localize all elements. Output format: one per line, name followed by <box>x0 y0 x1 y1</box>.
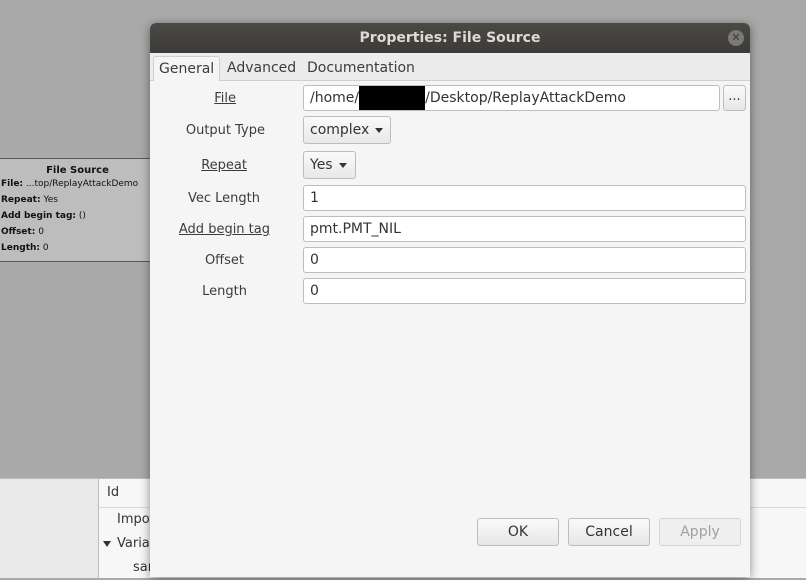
vec-length-label: Vec Length <box>187 191 260 206</box>
length-label: Length <box>202 284 247 299</box>
chevron-down-icon <box>338 162 347 168</box>
file-input[interactable]: /home//Desktop/ReplayAttackDemo <box>303 85 720 111</box>
repeat-label[interactable]: Repeat <box>150 158 247 173</box>
browse-button[interactable]: ... <box>723 85 746 111</box>
offset-label: Offset <box>204 253 244 268</box>
block-param-repeat: Repeat: Yes <box>1 195 58 205</box>
tab-bar: General Advanced Documentation <box>150 53 750 81</box>
dialog-titlebar[interactable]: Properties: File Source ✕ <box>150 23 750 53</box>
chevron-down-icon <box>375 127 384 133</box>
apply-button[interactable]: Apply <box>659 518 741 546</box>
dialog-title: Properties: File Source <box>359 30 541 46</box>
cancel-button[interactable]: Cancel <box>568 518 650 546</box>
add-begin-tag-input[interactable]: pmt.PMT_NIL <box>303 216 746 242</box>
block-param-add-begin-tag: Add begin tag: () <box>1 211 86 221</box>
tab-documentation[interactable]: Documentation <box>302 56 420 80</box>
output-type-label: Output Type <box>185 123 265 138</box>
redaction-box <box>359 86 426 110</box>
tab-advanced[interactable]: Advanced <box>222 56 301 80</box>
repeat-select[interactable]: Yes <box>303 151 356 179</box>
length-input[interactable]: 0 <box>303 278 746 304</box>
block-title: File Source <box>46 165 109 176</box>
file-label[interactable]: File <box>150 91 236 106</box>
properties-dialog: Properties: File Source ✕ General Advanc… <box>150 23 750 577</box>
panel-left-strip <box>0 479 99 578</box>
triangle-down-icon[interactable] <box>103 540 111 547</box>
block-param-length: Length: 0 <box>1 243 49 253</box>
block-param-file: File: ...top/ReplayAttackDemo <box>1 179 139 189</box>
close-icon[interactable]: ✕ <box>728 30 744 46</box>
offset-input[interactable]: 0 <box>303 247 746 273</box>
add-begin-tag-label[interactable]: Add begin tag <box>150 222 270 237</box>
ok-button[interactable]: OK <box>477 518 559 546</box>
vec-length-input[interactable]: 1 <box>303 185 746 211</box>
file-source-block[interactable]: File Source File: ...top/ReplayAttackDem… <box>0 158 158 262</box>
block-param-offset: Offset: 0 <box>1 227 44 237</box>
tab-general[interactable]: General <box>153 56 221 81</box>
output-type-select[interactable]: complex <box>303 116 391 144</box>
